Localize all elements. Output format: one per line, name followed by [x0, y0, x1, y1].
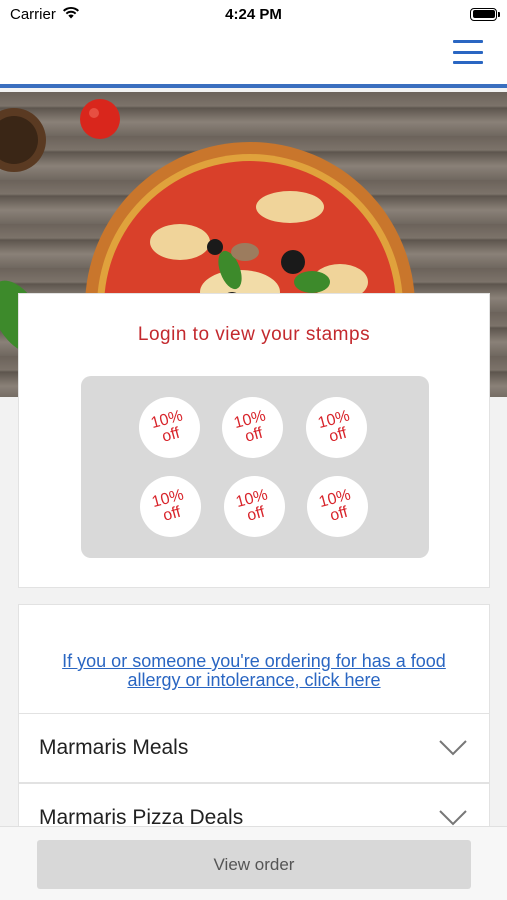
allergy-info-link[interactable]: If you or someone you're ordering for ha… — [39, 652, 469, 690]
nav-bar — [0, 28, 507, 88]
view-order-button[interactable]: View order — [37, 840, 471, 889]
stamp-10-off: 10% off — [224, 476, 285, 537]
carrier-label: Carrier — [10, 5, 56, 23]
chevron-down-icon — [439, 740, 467, 756]
menu-section-label: Marmaris Meals — [39, 736, 189, 759]
stamp-10-off: 10% off — [139, 397, 200, 458]
battery-icon — [470, 7, 500, 21]
stamp-10-off: 10% off — [306, 397, 367, 458]
stamp-grid: 10% off 10% off 10% off 10% off 10% off 10% of… — [81, 376, 429, 558]
stamp-10-off: 10% off — [222, 397, 283, 458]
chevron-down-icon — [439, 810, 467, 826]
hamburger-menu-icon[interactable] — [453, 40, 483, 64]
menu-section-marmaris-meals[interactable]: Marmaris Meals — [18, 713, 490, 783]
stamp-10-off: 10% off — [307, 476, 368, 537]
stamp-10-off: 10% off — [140, 476, 201, 537]
status-left: Carrier — [10, 6, 80, 23]
footer-bar: View order — [0, 826, 507, 900]
stamp-card: Login to view your stamps 10% off 10% off … — [18, 293, 490, 588]
wifi-icon — [62, 6, 80, 23]
stamp-card-title[interactable]: Login to view your stamps — [19, 324, 489, 346]
allergy-card: If you or someone you're ordering for ha… — [18, 604, 490, 714]
status-bar: Carrier 4:24 PM — [0, 0, 507, 28]
